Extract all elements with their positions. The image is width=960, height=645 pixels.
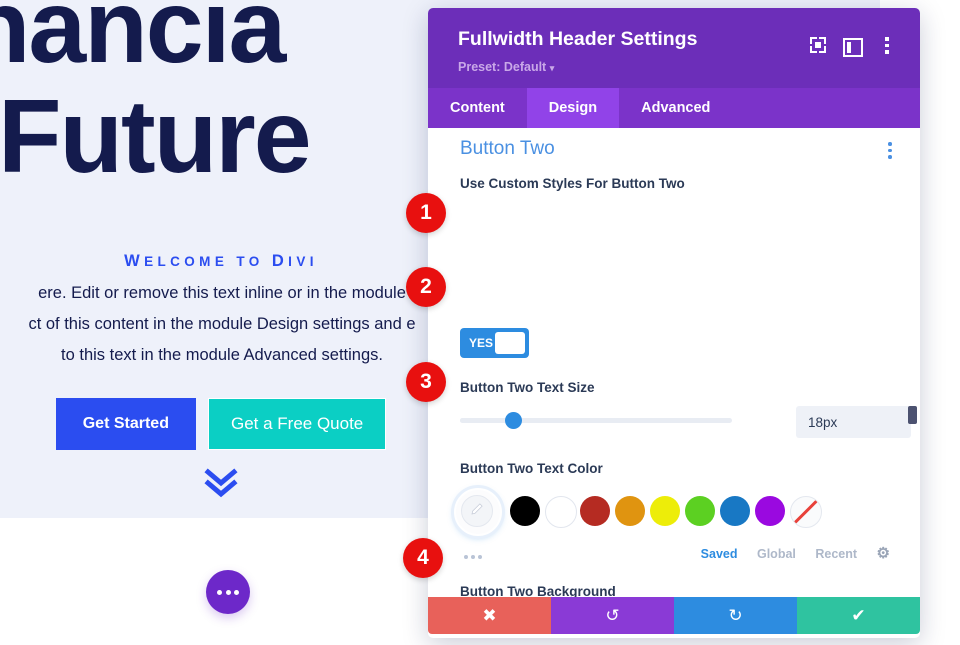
use-custom-styles-toggle[interactable]: YES bbox=[460, 328, 529, 358]
ellipsis-dot-2 bbox=[225, 590, 231, 595]
hero-title-line-1: inancia bbox=[0, 0, 286, 85]
preset-label: Preset: Default bbox=[458, 60, 547, 74]
swatch-black[interactable] bbox=[510, 496, 540, 526]
swatch-white[interactable] bbox=[545, 496, 577, 528]
modal-header: Fullwidth Header Settings Preset: Defaul… bbox=[428, 8, 920, 88]
swatch-red[interactable] bbox=[580, 496, 610, 526]
section-kebab-menu-icon[interactable] bbox=[888, 142, 892, 162]
cancel-button[interactable]: ✖ bbox=[428, 597, 551, 634]
hero-title-line-2: Future bbox=[0, 79, 312, 195]
swatch-blue[interactable] bbox=[720, 496, 750, 526]
get-started-button[interactable]: Get Started bbox=[55, 398, 196, 450]
layout-panel-icon[interactable] bbox=[838, 34, 868, 60]
section-title: Button Two bbox=[460, 138, 555, 159]
redo-button[interactable]: ↻ bbox=[674, 597, 797, 634]
chevron-down-icon: ▾ bbox=[549, 63, 555, 73]
modal-title: Fullwidth Header Settings bbox=[458, 28, 698, 50]
swatch-orange[interactable] bbox=[615, 496, 645, 526]
tab-content[interactable]: Content bbox=[428, 88, 527, 128]
text-size-slider-track[interactable] bbox=[460, 418, 732, 423]
modal-header-icons bbox=[803, 34, 902, 60]
hero-subtitle-ivi: IVI bbox=[288, 254, 318, 269]
swatch-yellow[interactable] bbox=[650, 496, 680, 526]
section-header-button-two: Button Two bbox=[460, 138, 892, 162]
tab-design[interactable]: Design bbox=[526, 88, 620, 128]
button-two-text-color-label: Button Two Text Color bbox=[460, 461, 603, 476]
hero-title: inancia Future bbox=[0, 0, 500, 192]
eyedropper-icon[interactable] bbox=[454, 488, 502, 536]
hero-subtitle: WELCOME TO DIVI bbox=[0, 252, 442, 271]
tab-advanced[interactable]: Advanced bbox=[619, 88, 732, 128]
toggle-knob bbox=[495, 332, 525, 354]
step-badge-3: 3 bbox=[406, 362, 446, 402]
text-size-control bbox=[460, 406, 911, 438]
slider-fill bbox=[460, 418, 510, 423]
ellipsis-dot-1 bbox=[217, 590, 222, 595]
palette-tab-global[interactable]: Global bbox=[757, 547, 796, 561]
modal-action-bar: ✖ ↺ ↻ ✔ bbox=[428, 597, 920, 634]
step-badge-1: 1 bbox=[406, 193, 446, 233]
undo-arrow-icon: ↺ bbox=[605, 605, 620, 625]
get-a-free-quote-button[interactable]: Get a Free Quote bbox=[207, 398, 387, 450]
redo-arrow-icon: ↻ bbox=[728, 605, 743, 625]
hero-subtitle-w: W bbox=[124, 252, 145, 270]
hero-subtitle-to: TO bbox=[228, 254, 272, 269]
palette-tabs: Saved Global Recent ⚙ bbox=[685, 544, 890, 562]
scrollbar-thumb[interactable] bbox=[908, 406, 917, 424]
save-button[interactable]: ✔ bbox=[797, 597, 920, 634]
kebab-menu-icon[interactable] bbox=[872, 34, 902, 60]
settings-panel-body: Button Two Use Custom Styles For Button … bbox=[428, 128, 920, 606]
preset-selector[interactable]: Preset: Default ▾ bbox=[458, 60, 554, 74]
step-badge-2: 2 bbox=[406, 267, 446, 307]
focus-target-icon[interactable] bbox=[803, 34, 833, 60]
checkmark-icon: ✔ bbox=[851, 605, 866, 625]
fullwidth-header-settings-modal: Fullwidth Header Settings Preset: Defaul… bbox=[428, 8, 920, 638]
step-badge-4: 4 bbox=[403, 538, 443, 578]
swatch-purple[interactable] bbox=[755, 496, 785, 526]
palette-tab-saved[interactable]: Saved bbox=[701, 547, 738, 561]
hero-subtitle-elcome: ELCOME bbox=[144, 254, 229, 269]
hero-subtitle-d: D bbox=[271, 252, 289, 270]
text-size-input[interactable] bbox=[796, 406, 911, 438]
gear-icon[interactable]: ⚙ bbox=[877, 544, 890, 562]
text-size-slider-handle[interactable] bbox=[505, 412, 522, 429]
hero-buttons: Get Started Get a Free Quote bbox=[0, 398, 442, 450]
more-colors-ellipsis-icon[interactable] bbox=[464, 546, 485, 564]
ellipsis-dot-3 bbox=[234, 590, 239, 595]
text-color-swatches bbox=[454, 488, 894, 536]
swatch-none-transparent[interactable] bbox=[790, 496, 822, 528]
floating-options-button[interactable] bbox=[206, 570, 250, 614]
modal-tabbar: Content Design Advanced bbox=[428, 88, 920, 128]
double-chevron-down-icon[interactable] bbox=[0, 468, 442, 498]
palette-tab-recent[interactable]: Recent bbox=[815, 547, 857, 561]
toggle-value-label: YES bbox=[469, 336, 494, 350]
button-two-text-size-label: Button Two Text Size bbox=[460, 380, 595, 395]
panel-scrollbar[interactable] bbox=[908, 130, 917, 604]
undo-button[interactable]: ↺ bbox=[551, 597, 674, 634]
swatch-green[interactable] bbox=[685, 496, 715, 526]
use-custom-styles-label: Use Custom Styles For Button Two bbox=[460, 176, 685, 191]
close-x-icon: ✖ bbox=[482, 605, 497, 625]
